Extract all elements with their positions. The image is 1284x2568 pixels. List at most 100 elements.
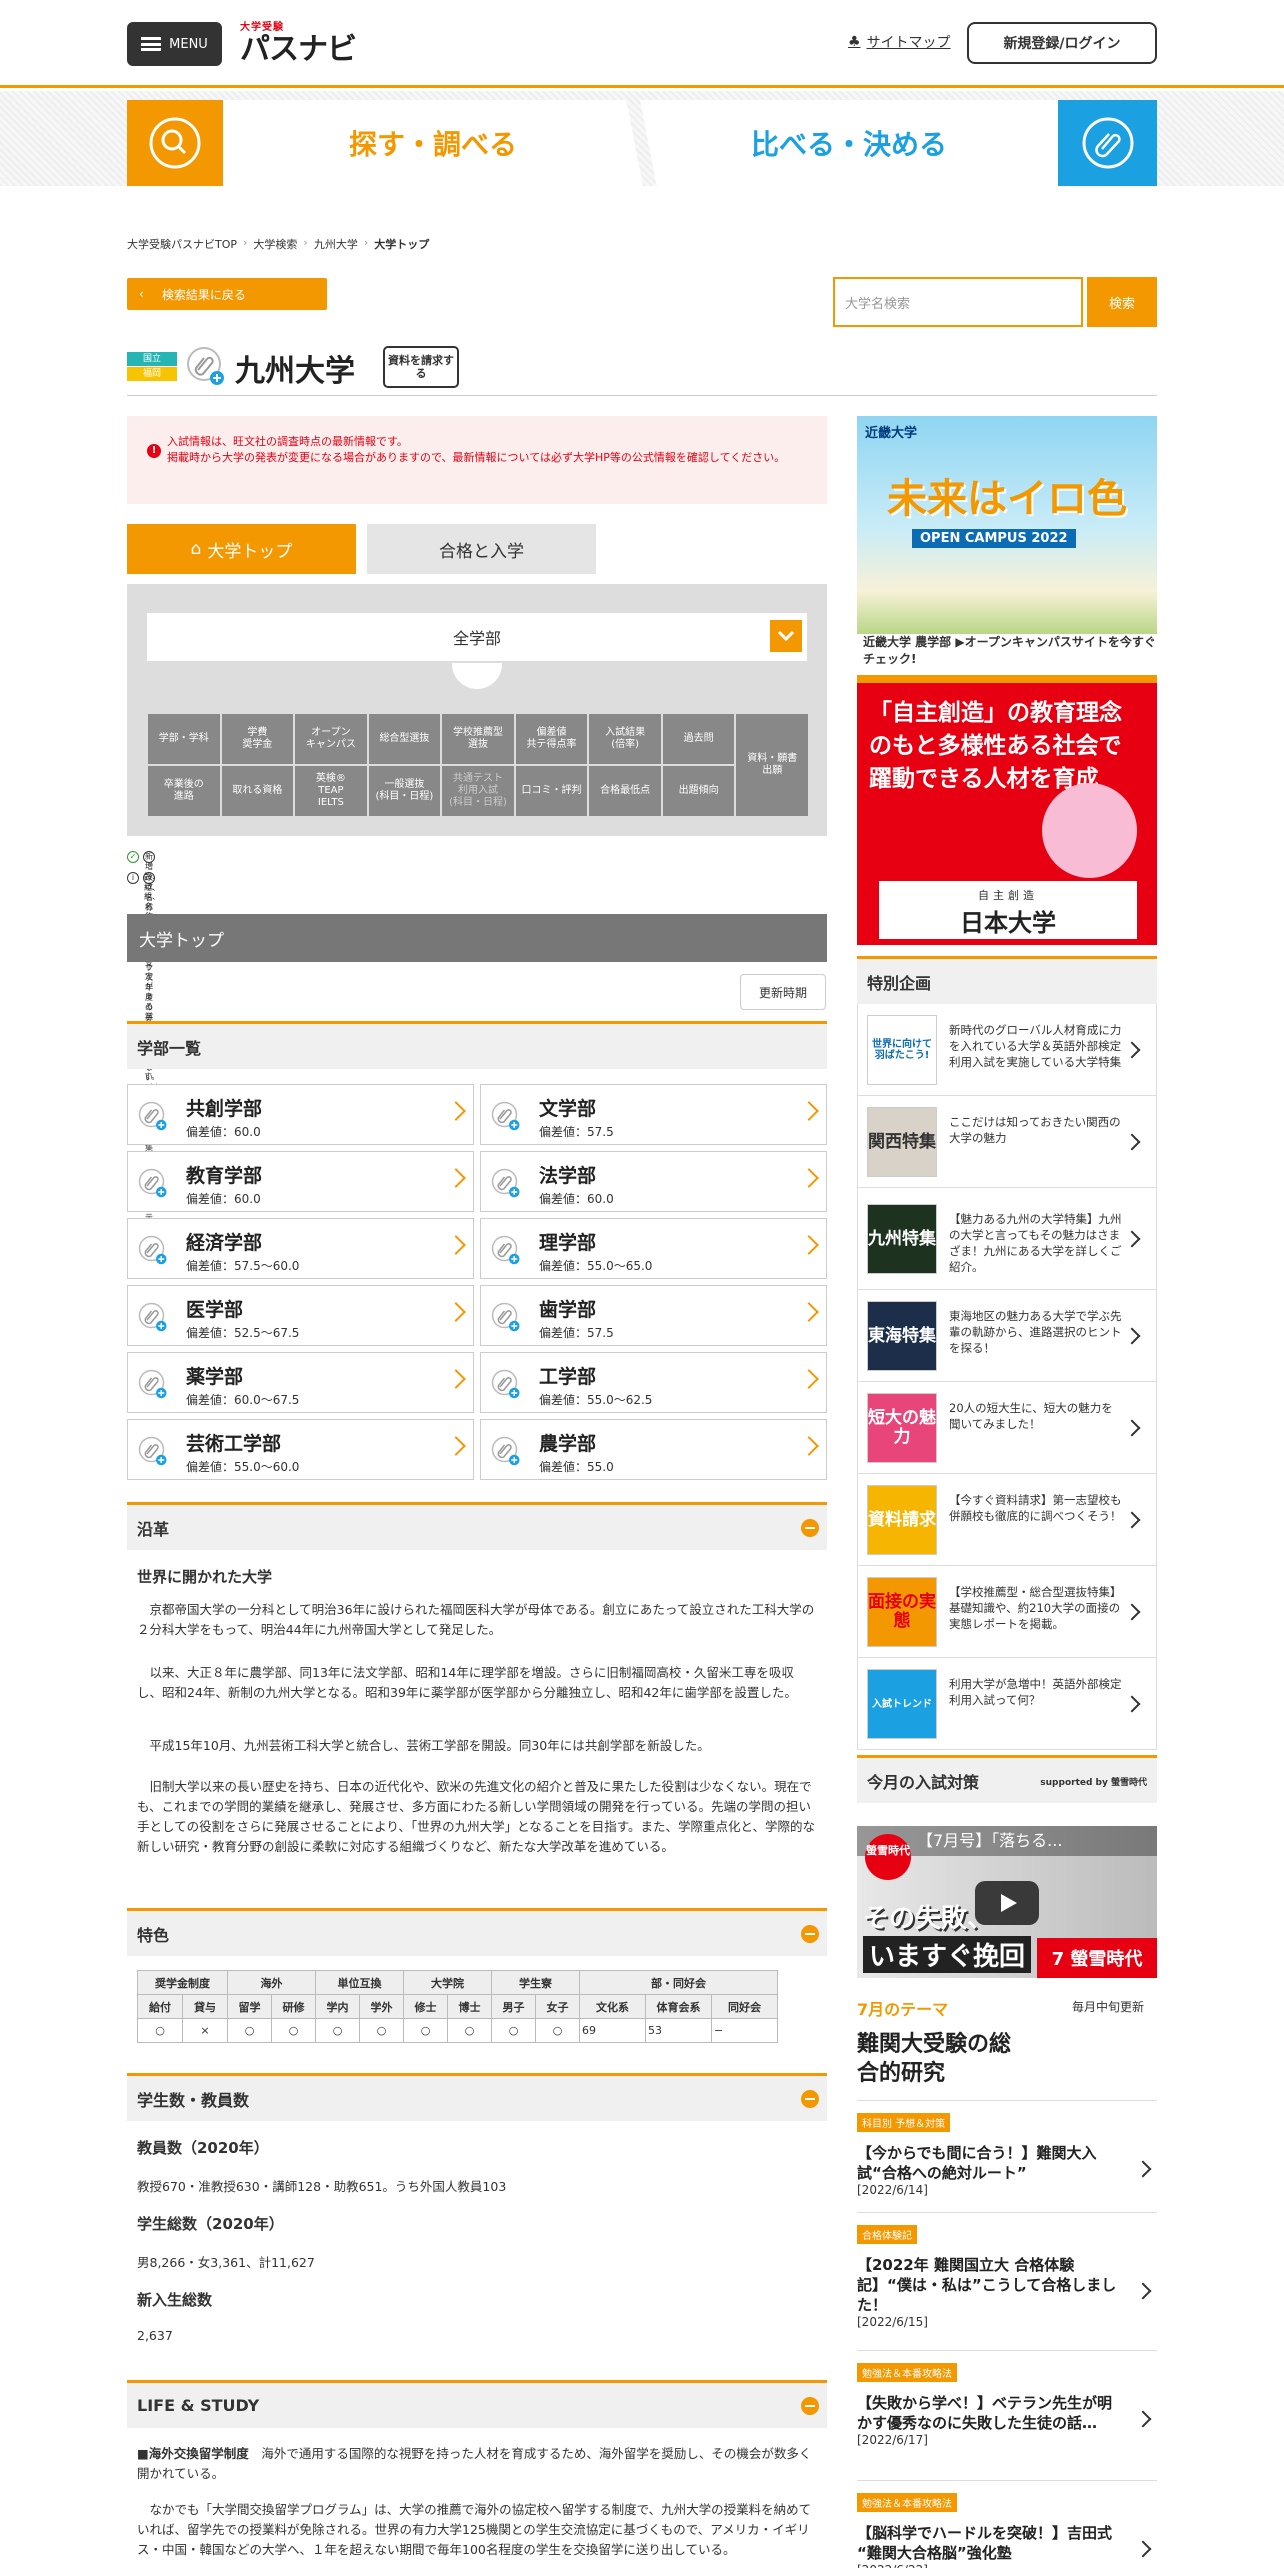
faculty-deviation: 偏差値：60.0 xyxy=(186,1192,261,1206)
video-thumbnail[interactable]: 【7月号】「落ちる... 螢雪時代 その失敗、 いますぐ挽回 7 螢雪時代 xyxy=(857,1826,1157,1978)
menu-item[interactable]: 合格最低点 xyxy=(589,766,661,816)
collapse-icon[interactable] xyxy=(801,1925,819,1943)
menu-item[interactable]: 総合型選抜 xyxy=(368,714,441,764)
site-logo[interactable]: 大学受験 パスナビ xyxy=(240,18,360,67)
faculty-count-value: 教授670・准教授630・講師128・助教651。うち外国人教員103 xyxy=(137,2179,507,2194)
special-feature-item[interactable]: 世界に向けて羽ばたこう! 新時代のグローバル人材育成に力を入れている大学＆英語外部… xyxy=(857,1004,1157,1096)
article-item[interactable]: 勉強法＆本番攻略法【脳科学でハードルを突破！】吉田式 “難関大合格脳”強化塾[2… xyxy=(857,2480,1157,2568)
faculty-card[interactable]: 文学部 偏差値：57.5 xyxy=(480,1084,827,1145)
faculty-deviation: 偏差値：57.5 xyxy=(539,1125,614,1139)
back-to-results-button[interactable]: ‹ 検索結果に戻る xyxy=(127,278,327,310)
faculty-deviation: 偏差値：60.0〜67.5 xyxy=(186,1393,300,1407)
menu-item[interactable]: 入試結果 (倍率) xyxy=(589,714,661,764)
theme-label: 7月のテーマ xyxy=(857,2000,949,2019)
faculty-card[interactable]: 教育学部偏差値：60.0 xyxy=(127,1151,474,1212)
clip-icon[interactable] xyxy=(138,1101,168,1131)
faculty-card[interactable]: 農学部 偏差値：55.0 xyxy=(480,1419,827,1480)
special-feature-item[interactable]: 入試トレンド 利用大学が急増中！英語外部検定利用入試って何？ xyxy=(857,1658,1157,1750)
special-feature-item[interactable]: 短大の魅力 20人の短大生に、短大の魅力を聞いてみました！ xyxy=(857,1382,1157,1474)
article-title: 【2022年 難関国立大 合格体験記】“僕は・私は”こうして合格しました！ xyxy=(857,2256,1117,2314)
faculty-card[interactable]: 薬学部 偏差値：60.0〜67.5 xyxy=(127,1352,474,1413)
clip-nav-icon[interactable] xyxy=(1058,100,1157,186)
tab-search[interactable]: 探す・調べる xyxy=(223,100,643,186)
faculty-card[interactable]: 理学部 偏差値：55.0〜65.0 xyxy=(480,1218,827,1279)
collapse-icon[interactable] xyxy=(801,2397,819,2415)
breadcrumb-item[interactable]: 九州大学 xyxy=(314,236,358,252)
history-header[interactable]: 沿革 xyxy=(127,1502,827,1550)
special-feature-item[interactable]: 関西特集 ここだけは知っておきたい関西の大学の魅力 xyxy=(857,1096,1157,1188)
faculty-card[interactable]: 歯学部 偏差値：57.5 xyxy=(480,1285,827,1346)
tab-compare[interactable]: 比べる・決める xyxy=(640,100,1058,186)
faculty-card[interactable]: 芸術工学部 偏差値：55.0〜60.0 xyxy=(127,1419,474,1480)
update-timing-button[interactable]: 更新時期 xyxy=(740,974,826,1010)
menu-item[interactable]: 共通テスト 利用入試 (科目・日程) xyxy=(442,766,514,816)
feature-text: 【魅力ある九州の大学特集】九州の大学と言ってもその魅力はさまざま！九州にある大学… xyxy=(949,1212,1122,1274)
clip-icon[interactable] xyxy=(491,1235,521,1265)
menu-item[interactable]: 偏差値 共テ得点率 xyxy=(515,714,588,764)
features-header[interactable]: 特色 xyxy=(127,1908,827,1956)
article-tag: 合格体験記 xyxy=(857,2225,917,2244)
special-feature-item[interactable]: 九州特集 【魅力ある九州の大学特集】九州の大学と言ってもその魅力はさまざま！九州に… xyxy=(857,1188,1157,1290)
menu-item[interactable]: 一般選抜 (科目・日程) xyxy=(368,766,441,816)
faculty-card[interactable]: 法学部 偏差値：60.0 xyxy=(480,1151,827,1212)
special-feature-item[interactable]: 東海特集 東海地区の魅力ある大学で学ぶ先輩の軌跡から、進路選択のヒントを探る！ xyxy=(857,1290,1157,1382)
article-item[interactable]: 科目別 予想＆対策 【今からでも間に合う！】難関大入試“合格への絶対ルート” [20… xyxy=(857,2100,1157,2212)
breadcrumb-item[interactable]: 大学検索 xyxy=(253,236,297,252)
faculty-name: 教育学部 xyxy=(186,1165,263,1187)
students-header[interactable]: 学生数・教員数 xyxy=(127,2073,827,2121)
menu-button[interactable]: MENU xyxy=(127,22,222,66)
faculty-card[interactable]: 医学部 偏差値：52.5〜67.5 xyxy=(127,1285,474,1346)
chevron-right-icon xyxy=(446,1436,466,1456)
clip-icon[interactable] xyxy=(186,346,226,386)
university-search-input[interactable]: 大学名検索 xyxy=(833,277,1083,327)
menu-item[interactable]: 学部・学科 xyxy=(148,714,220,764)
login-button[interactable]: 新規登録/ログイン xyxy=(967,22,1157,64)
collapse-icon[interactable] xyxy=(801,1519,819,1537)
menu-item[interactable]: 口コミ・評判 xyxy=(515,766,588,816)
menu-item[interactable]: 出題傾向 xyxy=(662,766,735,816)
search-nav-icon[interactable] xyxy=(127,100,223,186)
clip-icon[interactable] xyxy=(138,1235,168,1265)
article-item[interactable]: 勉強法＆本番攻略法 【失敗から学べ！】ベテラン先生が明かす優秀なのに失敗した生徒の… xyxy=(857,2350,1157,2480)
chevron-right-icon xyxy=(1123,1603,1141,1621)
chevron-right-icon xyxy=(799,1101,819,1121)
menu-item[interactable]: オープン キャンパス xyxy=(295,714,367,764)
nihon-banner[interactable]: 「自主創造」の教育理念のもと多様性ある社会で躍動できる人材を育成 自主創造 日本… xyxy=(857,675,1157,945)
breadcrumb-item[interactable]: 大学受験パスナビTOP xyxy=(127,236,237,252)
collapse-icon[interactable] xyxy=(801,2090,819,2108)
clip-icon[interactable] xyxy=(138,1369,168,1399)
article-item[interactable]: 合格体験記【2022年 難関国立大 合格体験記】“僕は・私は”こうして合格しまし… xyxy=(857,2212,1157,2350)
special-feature-item[interactable]: 資料請求 【今すぐ資料請求】第一志望校も併願校も徹底的に調べつくそう！ xyxy=(857,1474,1157,1566)
faculty-select[interactable]: 全学部 xyxy=(147,613,807,661)
university-name: 九州大学 xyxy=(235,354,355,389)
menu-item[interactable]: 英検® TEAP IELTS xyxy=(295,766,367,816)
clip-icon[interactable] xyxy=(138,1302,168,1332)
menu-item[interactable]: 資料・願書 出願 xyxy=(736,714,808,816)
chevron-right-icon xyxy=(799,1369,819,1389)
tab-university-top[interactable]: ⌂ 大学トップ xyxy=(127,524,356,574)
menu-item[interactable]: 過去問 xyxy=(662,714,735,764)
clip-icon[interactable] xyxy=(138,1168,168,1198)
clip-icon[interactable] xyxy=(491,1369,521,1399)
menu-item[interactable]: 学校推薦型 選抜 xyxy=(442,714,514,764)
faculty-card[interactable]: 経済学部 偏差値：57.5〜60.0 xyxy=(127,1218,474,1279)
life-study-header[interactable]: LIFE & STUDY xyxy=(127,2380,827,2428)
clip-icon[interactable] xyxy=(138,1436,168,1466)
faculty-card[interactable]: 共創学部 偏差値：60.0 xyxy=(127,1084,474,1145)
menu-item[interactable]: 取れる資格 xyxy=(221,766,294,816)
request-materials-button[interactable]: 資料を請求する xyxy=(383,346,459,388)
tab-admission[interactable]: 合格と入学 xyxy=(367,524,596,574)
kindai-banner[interactable]: 近畿大学 未来はイロ色 OPEN CAMPUS 2022 近畿大学 農学部 ▶オ… xyxy=(857,416,1157,666)
clip-icon[interactable] xyxy=(491,1168,521,1198)
clip-icon[interactable] xyxy=(491,1101,521,1131)
university-search-button[interactable]: 検索 xyxy=(1087,277,1157,327)
clip-icon[interactable] xyxy=(491,1436,521,1466)
special-feature-item[interactable]: 面接の実態 【学校推薦型・総合型選抜特集】基礎知識や、約210大学の面接の実態レポ… xyxy=(857,1566,1157,1658)
menu-item[interactable]: 卒業後の 進路 xyxy=(148,766,220,816)
sitemap-link[interactable]: ♣ サイトマップ xyxy=(848,32,951,52)
menu-item[interactable]: 学費 奨学金 xyxy=(221,714,294,764)
clip-icon[interactable] xyxy=(491,1302,521,1332)
faculty-deviation: 偏差値：52.5〜67.5 xyxy=(186,1326,300,1340)
faculty-deviation: 偏差値：55.0〜62.5 xyxy=(539,1393,653,1407)
faculty-card[interactable]: 工学部 偏差値：55.0〜62.5 xyxy=(480,1352,827,1413)
